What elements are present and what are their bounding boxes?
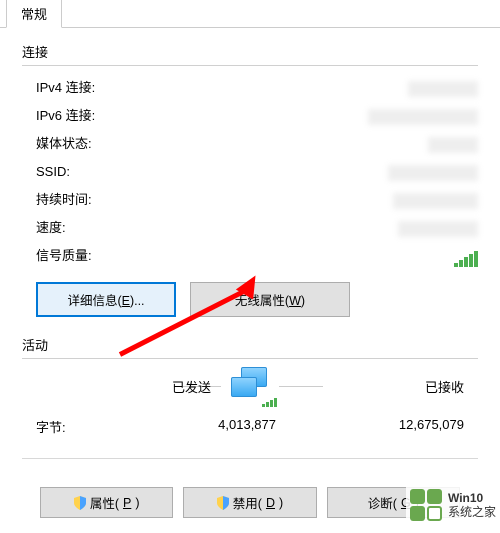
tab-general[interactable]: 常规 <box>6 0 62 28</box>
disable-button[interactable]: 禁用(D) <box>183 487 316 518</box>
media-state-label: 媒体状态: <box>36 133 146 155</box>
activity-group: 活动 已发送 已接收 字节: 4,013,877 12,675,079 <box>22 335 478 436</box>
duration-label: 持续时间: <box>36 189 146 211</box>
ssid-label: SSID: <box>36 161 146 183</box>
ipv6-label: IPv6 连接: <box>36 105 146 127</box>
watermark-text: Win10系统之家 <box>448 491 496 519</box>
signal-bars-icon <box>454 251 478 267</box>
connection-buttons: 详细信息(E)... 无线属性(W) <box>36 282 478 317</box>
shield-icon <box>217 496 229 510</box>
row-signal: 信号质量: <box>22 242 478 270</box>
row-speed: 速度: <box>22 214 478 242</box>
properties-button[interactable]: 属性(P) <box>40 487 173 518</box>
duration-value <box>146 189 478 211</box>
ipv4-label: IPv4 连接: <box>36 77 146 99</box>
line-right <box>279 386 323 387</box>
watermark: Win10系统之家 <box>406 487 500 523</box>
bytes-row: 字节: 4,013,877 12,675,079 <box>22 411 478 436</box>
row-duration: 持续时间: <box>22 186 478 214</box>
sent-label: 已发送 <box>172 377 211 396</box>
media-state-value <box>146 133 478 155</box>
divider <box>22 65 478 66</box>
row-ipv6: IPv6 连接: <box>22 102 478 130</box>
watermark-logo-icon <box>410 489 442 521</box>
bytes-sent-value: 4,013,877 <box>136 417 276 436</box>
row-ipv4: IPv4 连接: <box>22 74 478 102</box>
ssid-value <box>146 161 478 183</box>
content-area: 连接 IPv4 连接: IPv6 连接: 媒体状态: SSID: 持续时间: 速… <box>0 28 500 528</box>
ipv6-value <box>146 105 478 127</box>
signal-value <box>146 245 478 267</box>
signal-label: 信号质量: <box>36 245 146 267</box>
speed-value <box>146 217 478 239</box>
activity-title: 活动 <box>22 335 478 354</box>
wireless-properties-button[interactable]: 无线属性(W) <box>190 282 350 317</box>
speed-label: 速度: <box>36 217 146 239</box>
shield-icon <box>74 496 86 510</box>
row-media: 媒体状态: <box>22 130 478 158</box>
details-button[interactable]: 详细信息(E)... <box>36 282 176 317</box>
received-label: 已接收 <box>425 377 464 396</box>
connection-title: 连接 <box>22 42 478 61</box>
bytes-label: 字节: <box>36 417 136 436</box>
divider <box>22 358 478 359</box>
connection-group: 连接 IPv4 连接: IPv6 连接: 媒体状态: SSID: 持续时间: 速… <box>22 42 478 317</box>
tab-bar: 常规 <box>0 0 500 28</box>
network-computers-icon <box>227 367 273 405</box>
ipv4-value <box>146 77 478 99</box>
divider <box>22 458 478 459</box>
bytes-received-value: 12,675,079 <box>276 417 464 436</box>
activity-header: 已发送 已接收 <box>22 367 478 405</box>
row-ssid: SSID: <box>22 158 478 186</box>
